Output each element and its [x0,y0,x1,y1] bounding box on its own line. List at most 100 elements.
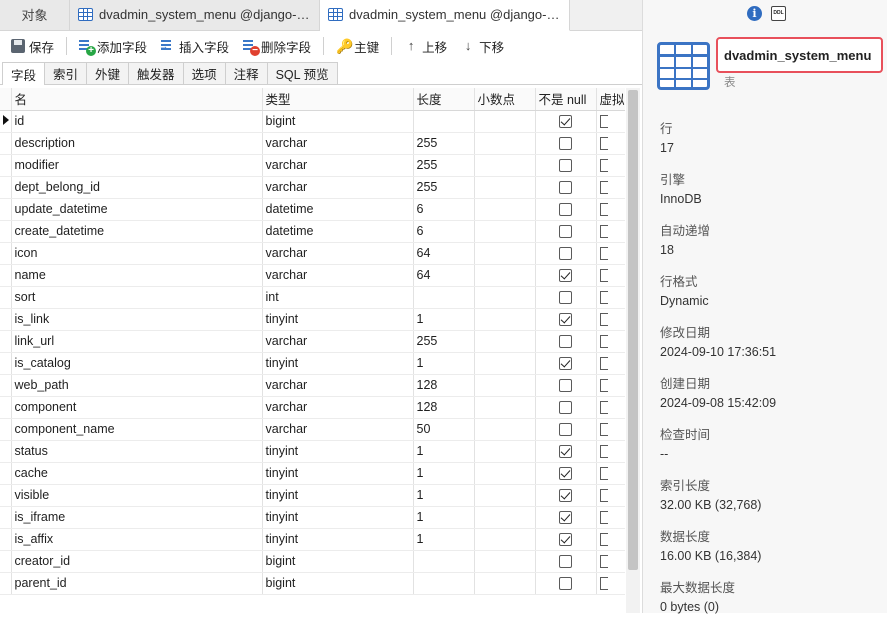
field-length-cell[interactable]: 1 [413,484,475,507]
field-name-cell[interactable]: is_catalog [11,352,263,375]
tab-table-data[interactable]: dvadmin_system_menu @django-vu... [70,0,320,30]
field-type-cell[interactable]: tinyint [262,484,414,507]
field-name-cell[interactable]: cache [11,462,263,485]
field-decimals-cell[interactable] [474,418,536,441]
virtual-checkbox[interactable] [599,401,608,415]
field-decimals-cell[interactable] [474,484,536,507]
field-length-cell[interactable]: 255 [413,154,475,177]
virtual-checkbox[interactable] [599,467,608,481]
move-up-button[interactable]: ↑ 上移 [398,34,453,58]
field-length-cell[interactable] [413,572,475,595]
field-name-cell[interactable]: is_iframe [11,506,263,529]
field-decimals-cell[interactable] [474,440,536,463]
table-row[interactable]: description varchar 255 [0,132,625,155]
table-row[interactable]: status tinyint 1 [0,440,625,463]
ddl-icon[interactable]: DDL [771,6,786,21]
virtual-checkbox[interactable] [599,159,608,173]
field-name-cell[interactable]: visible [11,484,263,507]
field-name-cell[interactable]: icon [11,242,263,265]
virtual-checkbox[interactable] [599,225,608,239]
not-null-checkbox[interactable] [559,555,572,569]
field-decimals-cell[interactable] [474,550,536,573]
not-null-checkbox[interactable] [559,269,572,283]
row-marker[interactable] [0,330,12,353]
field-length-cell[interactable]: 255 [413,176,475,199]
row-marker[interactable] [0,264,12,287]
field-decimals-cell[interactable] [474,154,536,177]
not-null-checkbox[interactable] [559,445,572,459]
field-decimals-cell[interactable] [474,330,536,353]
field-type-cell[interactable]: tinyint [262,506,414,529]
table-row[interactable]: parent_id bigint [0,572,625,595]
column-header-not-null[interactable]: 不是 null [535,88,597,111]
field-name-cell[interactable]: is_affix [11,528,263,551]
row-marker[interactable] [0,374,12,397]
virtual-checkbox[interactable] [599,577,608,591]
field-length-cell[interactable]: 6 [413,220,475,243]
table-row[interactable]: id bigint [0,110,625,133]
field-name-cell[interactable]: web_path [11,374,263,397]
table-row[interactable]: update_datetime datetime 6 [0,198,625,221]
table-row[interactable]: icon varchar 64 [0,242,625,265]
virtual-checkbox[interactable] [599,511,608,525]
not-null-checkbox[interactable] [559,533,572,547]
table-row[interactable]: cache tinyint 1 [0,462,625,485]
field-type-cell[interactable]: bigint [262,572,414,595]
field-decimals-cell[interactable] [474,198,536,221]
field-decimals-cell[interactable] [474,528,536,551]
row-marker[interactable] [0,132,12,155]
field-decimals-cell[interactable] [474,110,536,133]
field-type-cell[interactable]: bigint [262,550,414,573]
field-type-cell[interactable]: varchar [262,330,414,353]
field-decimals-cell[interactable] [474,132,536,155]
tab-objects[interactable]: 对象 [0,0,70,30]
row-marker[interactable] [0,550,12,573]
row-marker[interactable] [0,198,12,221]
table-row[interactable]: modifier varchar 255 [0,154,625,177]
field-type-cell[interactable]: tinyint [262,440,414,463]
column-header-decimals[interactable]: 小数点 [474,88,536,111]
field-decimals-cell[interactable] [474,374,536,397]
row-marker[interactable] [0,418,12,441]
virtual-checkbox[interactable] [599,357,608,371]
virtual-checkbox[interactable] [599,533,608,547]
not-null-checkbox[interactable] [559,467,572,481]
not-null-checkbox[interactable] [559,159,572,173]
table-row[interactable]: create_datetime datetime 6 [0,220,625,243]
add-field-button[interactable]: 添加字段 [73,34,153,58]
field-type-cell[interactable]: tinyint [262,352,414,375]
row-marker[interactable] [0,352,12,375]
virtual-checkbox[interactable] [599,313,608,327]
table-row[interactable]: visible tinyint 1 [0,484,625,507]
field-decimals-cell[interactable] [474,264,536,287]
field-name-cell[interactable]: link_url [11,330,263,353]
field-length-cell[interactable]: 64 [413,242,475,265]
row-marker[interactable] [0,572,12,595]
field-length-cell[interactable] [413,286,475,309]
field-type-cell[interactable]: tinyint [262,462,414,485]
field-name-cell[interactable]: create_datetime [11,220,263,243]
virtual-checkbox[interactable] [599,269,608,283]
field-type-cell[interactable]: varchar [262,264,414,287]
field-name-cell[interactable]: description [11,132,263,155]
field-length-cell[interactable]: 255 [413,132,475,155]
insert-field-button[interactable]: 插入字段 [155,34,235,58]
field-type-cell[interactable]: varchar [262,374,414,397]
field-name-cell[interactable]: creator_id [11,550,263,573]
virtual-checkbox[interactable] [599,181,608,195]
field-length-cell[interactable]: 1 [413,352,475,375]
table-row[interactable]: is_affix tinyint 1 [0,528,625,551]
not-null-checkbox[interactable] [559,137,572,151]
not-null-checkbox[interactable] [559,335,572,349]
field-decimals-cell[interactable] [474,462,536,485]
field-type-cell[interactable]: bigint [262,110,414,133]
virtual-checkbox[interactable] [599,445,608,459]
field-length-cell[interactable]: 1 [413,462,475,485]
field-type-cell[interactable]: varchar [262,396,414,419]
table-row[interactable]: link_url varchar 255 [0,330,625,353]
field-length-cell[interactable]: 1 [413,440,475,463]
not-null-checkbox[interactable] [559,379,572,393]
field-decimals-cell[interactable] [474,176,536,199]
virtual-checkbox[interactable] [599,137,608,151]
virtual-checkbox[interactable] [599,203,608,217]
